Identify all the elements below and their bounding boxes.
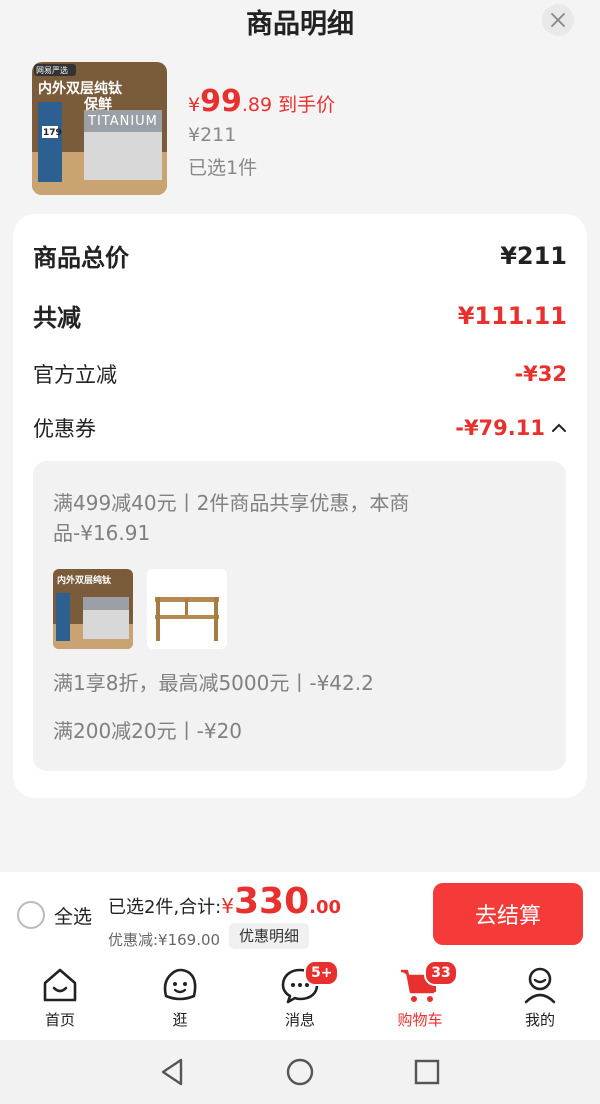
tab-profile[interactable]: 我的 [500, 964, 580, 1030]
home-icon [43, 968, 77, 1002]
close-icon [551, 13, 565, 27]
coupon-rule-1: 满499减40元丨2件商品共享优惠，本商 [53, 491, 410, 515]
tab-messages-label: 消息 [284, 1011, 315, 1029]
coupon-product-thumb-1[interactable]: 内外双层纯钛 [53, 569, 133, 649]
coupon-details: 满499减40元丨2件商品共享优惠，本商 品-¥16.91 内外双层纯钛 满1享… [33, 461, 566, 771]
coupon-rule-2: 满1享8折，最高减5000元丨-¥42.2 [53, 671, 374, 695]
official-row: 官方立减 -¥32 [33, 359, 567, 389]
system-nav-bar [0, 1040, 600, 1104]
official-label: 官方立减 [33, 363, 117, 387]
tab-browse-label: 逛 [172, 1011, 188, 1029]
discount-total: 优惠减:¥169.00 [108, 931, 221, 949]
checkout-bar: 全选 已选2件,合计: ¥ 330 .00 优惠减:¥169.00 优惠明细 去… [0, 872, 600, 956]
thumb-badge: 网易严选 [36, 66, 68, 75]
coupon-product-thumb-2[interactable] [147, 569, 227, 649]
recents-nav-icon[interactable] [413, 1058, 441, 1086]
bottom-tab-bar: 首页 逛 5+ 消息 33 购物车 我的 [0, 956, 600, 1040]
close-button[interactable] [542, 4, 574, 36]
reduce-label: 共减 [33, 304, 81, 332]
price-decimal: .89 [241, 94, 273, 116]
coupon-rule-3: 满200减20元丨-¥20 [53, 719, 243, 743]
selected-prefix: 已选2件,合计: [108, 897, 222, 918]
select-all-label[interactable]: 全选 [54, 902, 92, 929]
total-value: ¥211 [500, 241, 567, 270]
svg-text:内外双层纯钛: 内外双层纯钛 [57, 574, 112, 586]
sheet-title: 商品明细 [246, 9, 354, 40]
official-value: -¥32 [514, 362, 567, 386]
tab-cart[interactable]: 33 购物车 [380, 960, 460, 1030]
sum-decimal: .00 [309, 897, 342, 918]
messages-badge: 5+ [304, 960, 340, 986]
coupon-label: 优惠券 [33, 417, 96, 441]
sum-currency: ¥ [221, 894, 234, 918]
tab-profile-label: 我的 [524, 1011, 555, 1029]
tab-messages[interactable]: 5+ 消息 [260, 960, 340, 1030]
coupon-value: -¥79.11 [455, 416, 545, 440]
total-row: 商品总价 ¥211 [33, 238, 567, 273]
reduce-value: ¥111.11 [457, 301, 567, 330]
tab-home[interactable]: 首页 [20, 964, 100, 1030]
home-nav-icon[interactable] [285, 1057, 315, 1087]
final-price: ¥99.89 到手价 [188, 84, 335, 119]
price-currency: ¥ [188, 94, 201, 116]
product-image[interactable]: 网易严选 内外双层纯钛 保鲜 TITANIUM 179 [32, 62, 167, 195]
coupon-row[interactable]: 优惠券 -¥79.11 [33, 413, 567, 443]
coupon-rule-1-cont: 品-¥16.91 [53, 521, 151, 545]
tab-cart-label: 购物车 [397, 1011, 443, 1029]
cart-badge: 33 [424, 960, 458, 986]
discount-detail-button[interactable]: 优惠明细 [229, 923, 310, 949]
total-label: 商品总价 [33, 244, 129, 272]
profile-icon [524, 967, 556, 1004]
browse-icon [163, 968, 197, 1001]
thumb-headline-2: 保鲜 [84, 97, 112, 113]
price-breakdown-card: 商品总价 ¥211 共减 ¥111.11 官方立减 -¥32 优惠券 -¥79.… [13, 214, 587, 798]
tab-home-label: 首页 [44, 1011, 75, 1029]
selected-count: 已选1件 [188, 157, 258, 179]
checkout-button[interactable]: 去结算 [433, 883, 583, 945]
chevron-up-icon[interactable] [551, 422, 567, 434]
select-all-radio[interactable] [17, 901, 45, 929]
thumb-brand: TITANIUM [88, 114, 158, 129]
original-price: ¥211 [188, 124, 237, 146]
product-detail-sheet: 商品明细 网易严选 内外双层纯钛 保鲜 TITANIUM 179 ¥99.89 到… [0, 0, 600, 872]
tab-browse[interactable]: 逛 [140, 964, 220, 1030]
sum-integer: 330 [233, 881, 310, 922]
thumb-price: 179 [43, 128, 62, 138]
back-nav-icon[interactable] [158, 1057, 186, 1087]
price-integer: 99 [200, 84, 242, 119]
total-sum: 已选2件,合计: ¥ 330 .00 [108, 884, 341, 920]
price-tag: 到手价 [278, 94, 336, 116]
reduce-row: 共减 ¥111.11 [33, 298, 567, 333]
